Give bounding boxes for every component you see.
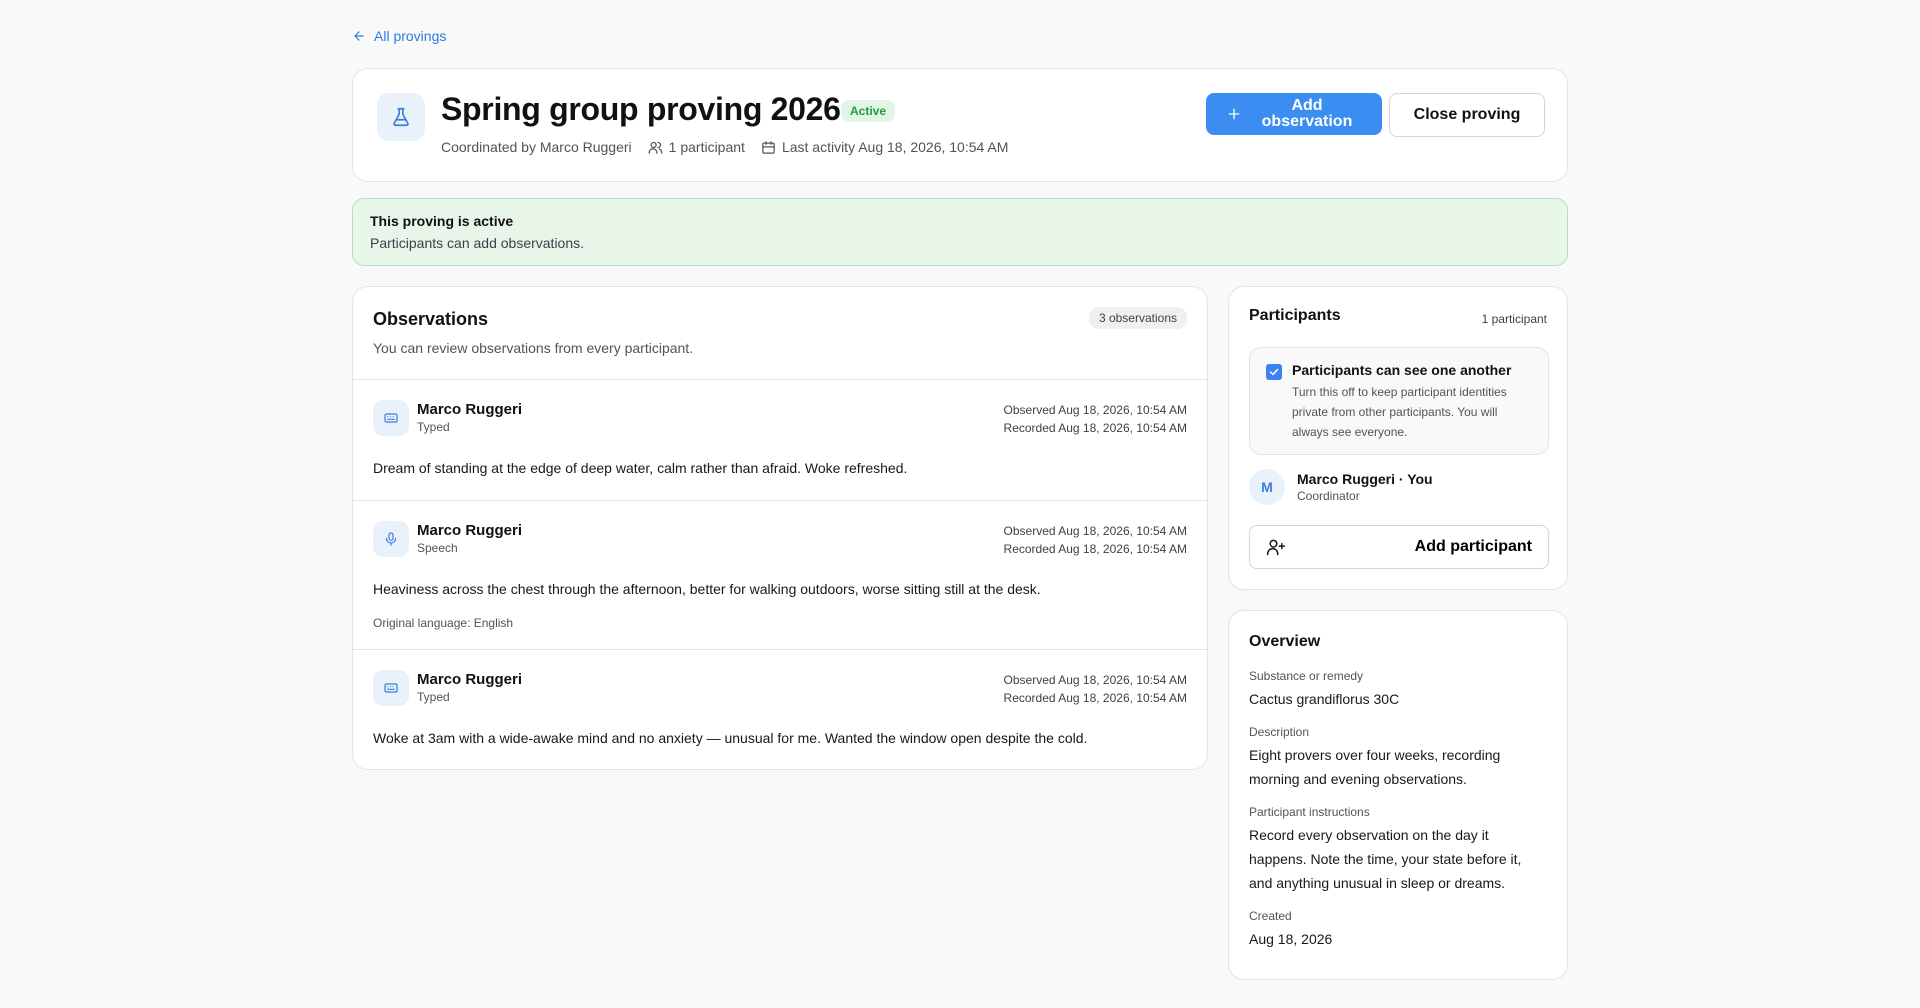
microphone-icon <box>373 521 409 557</box>
back-link-label: All provings <box>374 28 447 44</box>
calendar-icon <box>762 140 775 154</box>
observation-type: Typed <box>417 690 450 704</box>
observations-panel: Observations You can review observations… <box>352 286 1208 770</box>
participant-role: Coordinator <box>1297 489 1360 503</box>
back-link-all-provings[interactable]: All provings <box>352 28 446 44</box>
observation-recorded: Recorded Aug 18, 2026, 10:54 AM <box>1003 421 1187 435</box>
keyboard-icon <box>373 670 409 706</box>
visibility-setting: Participants can see one another Turn th… <box>1249 347 1549 455</box>
observations-title: Observations <box>373 309 489 329</box>
alert-description: Participants can add observations. <box>370 235 585 251</box>
observations-subtitle: You can review observations from every p… <box>373 340 694 356</box>
proving-meta: Coordinated by Marco Ruggeri 1 participa… <box>441 139 1008 155</box>
observations-count-badge: 3 observations <box>1088 307 1187 329</box>
observation-author: Marco Ruggeri <box>417 401 523 418</box>
active-status-alert: This proving is active Participants can … <box>352 198 1568 266</box>
instructions-value: Record every observation on the day it h… <box>1249 827 1522 891</box>
observation-observed: Observed Aug 18, 2026, 10:54 AM <box>1003 524 1187 538</box>
users-icon <box>648 141 663 154</box>
proving-header: Spring group proving 2026 Active Coordin… <box>352 68 1568 182</box>
observation-recorded: Recorded Aug 18, 2026, 10:54 AM <box>1003 542 1187 556</box>
observation-text: Woke at 3am with a wide-awake mind and n… <box>373 730 1088 746</box>
observation-item: Marco Ruggeri Typed Observed Aug 18, 202… <box>353 380 1207 501</box>
participants-panel: Participants 1 participant Participants … <box>1228 286 1568 590</box>
overview-panel: Overview Substance or remedy Cactus gran… <box>1228 610 1568 980</box>
observation-text: Heaviness across the chest through the a… <box>373 581 1041 597</box>
observation-author: Marco Ruggeri <box>417 522 523 539</box>
description-value: Eight provers over four weeks, recording… <box>1249 747 1501 787</box>
add-observation-button[interactable]: Add observation <box>1206 93 1382 135</box>
visibility-description: Turn this off to keep participant identi… <box>1292 385 1507 439</box>
close-proving-button[interactable]: Close proving <box>1389 93 1545 137</box>
instructions-label: Participant instructions <box>1249 805 1370 819</box>
add-participant-button[interactable]: Add participant <box>1249 525 1549 569</box>
observation-type: Speech <box>417 541 458 555</box>
add-participant-label: Add participant <box>1414 538 1532 555</box>
observation-recorded: Recorded Aug 18, 2026, 10:54 AM <box>1003 691 1187 705</box>
visibility-title: Participants can see one another <box>1292 362 1512 378</box>
observation-observed: Observed Aug 18, 2026, 10:54 AM <box>1003 403 1187 417</box>
participant-count-text: 1 participant <box>668 139 745 155</box>
substance-value: Cactus grandiflorus 30C <box>1249 691 1400 707</box>
substance-label: Substance or remedy <box>1249 669 1364 683</box>
description-label: Description <box>1249 725 1310 739</box>
observation-item: Marco Ruggeri Typed Observed Aug 18, 202… <box>353 650 1207 769</box>
plus-icon <box>1228 108 1240 120</box>
alert-title: This proving is active <box>370 213 514 229</box>
visibility-checkbox[interactable] <box>1266 364 1282 380</box>
status-badge: Active <box>841 100 896 122</box>
created-value: Aug 18, 2026 <box>1249 931 1333 947</box>
flask-icon <box>377 93 425 141</box>
observation-text: Dream of standing at the edge of deep wa… <box>373 460 908 476</box>
observation-author: Marco Ruggeri <box>417 671 523 688</box>
observation-type: Typed <box>417 420 450 434</box>
overview-title: Overview <box>1249 633 1321 650</box>
participant-row: M Marco Ruggeri · You Coordinator <box>1249 469 1433 505</box>
observation-item: Marco Ruggeri Speech Observed Aug 18, 20… <box>353 501 1207 650</box>
check-icon <box>1269 368 1279 376</box>
last-activity-text: Last activity Aug 18, 2026, 10:54 AM <box>781 139 1009 155</box>
keyboard-icon <box>373 400 409 436</box>
avatar: M <box>1249 469 1285 505</box>
observation-language: Original language: English <box>373 616 514 630</box>
arrow-left-icon <box>354 31 364 41</box>
participant-name: Marco Ruggeri · You <box>1297 471 1433 487</box>
page-title: Spring group proving 2026 <box>441 91 841 127</box>
observation-observed: Observed Aug 18, 2026, 10:54 AM <box>1003 673 1187 687</box>
participants-count: 1 participant <box>1481 312 1547 326</box>
created-label: Created <box>1249 909 1292 923</box>
add-observation-label-line1: Add <box>1291 97 1323 114</box>
user-plus-icon <box>1266 539 1286 556</box>
add-observation-label-line2: observation <box>1261 113 1353 130</box>
coordinator-text: Coordinated by Marco Ruggeri <box>441 139 632 155</box>
